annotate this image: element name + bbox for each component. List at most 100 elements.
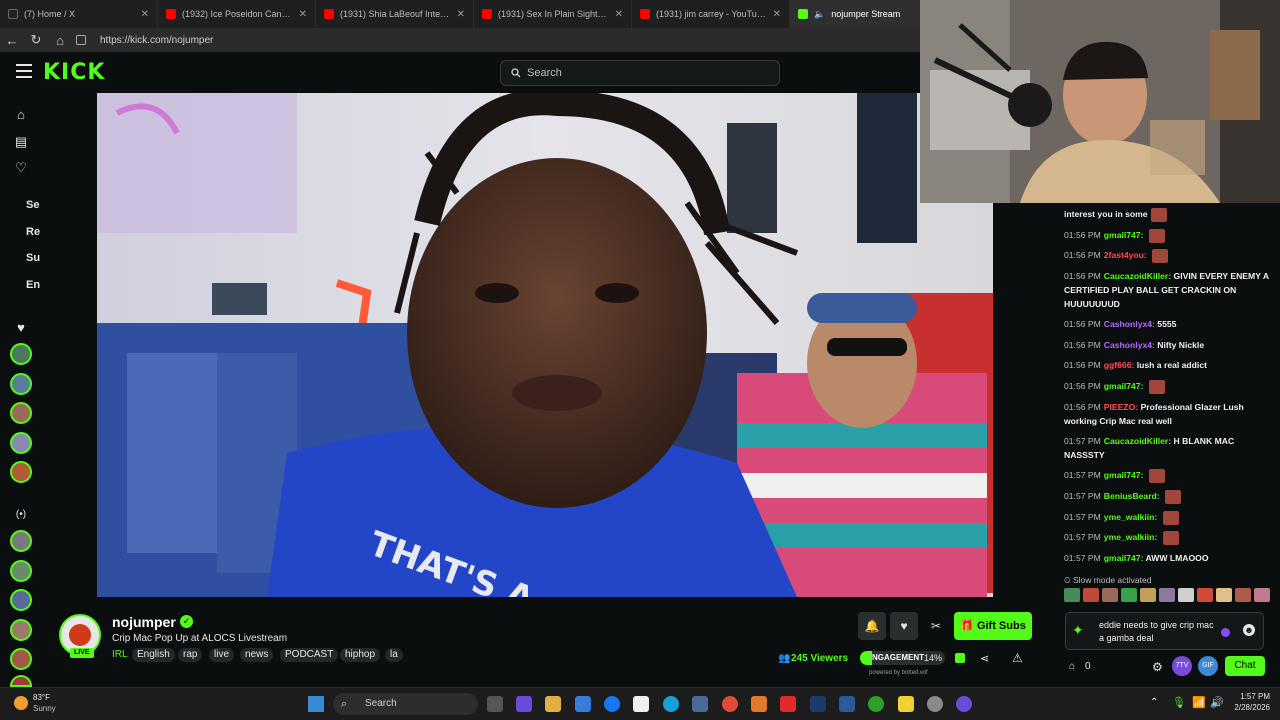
emote-icon[interactable] — [1140, 588, 1156, 602]
amazon-icon[interactable] — [633, 696, 649, 712]
emote-icon[interactable] — [1216, 588, 1232, 602]
home-icon[interactable]: ⌂ — [48, 28, 72, 52]
notification-bell-icon[interactable]: 🔔 — [858, 612, 886, 640]
close-tab-icon[interactable]: ✕ — [615, 9, 623, 20]
chat-emote-icon[interactable] — [1150, 207, 1167, 222]
emote-icon[interactable] — [1064, 588, 1080, 602]
chat-emote-icon[interactable] — [1152, 248, 1169, 263]
app-icon[interactable] — [956, 696, 972, 712]
reload-icon[interactable]: ↻ — [24, 28, 48, 52]
emote-icon[interactable] — [1121, 588, 1137, 602]
points-icon[interactable]: ⌂ — [1069, 661, 1075, 672]
channel-avatar[interactable] — [10, 402, 32, 424]
chat-emote-icon[interactable] — [1148, 379, 1165, 394]
kick-logo[interactable]: KICK — [43, 60, 105, 85]
category-link[interactable]: IRL — [112, 649, 128, 660]
channel-avatar[interactable] — [10, 619, 32, 641]
chat-emote-icon[interactable] — [1162, 510, 1179, 525]
gift-subs-button[interactable]: 🎁 Gift Subs — [954, 612, 1032, 640]
chat-username[interactable]: gmail747: — [1104, 470, 1144, 480]
report-icon[interactable]: ⚠ — [1012, 651, 1023, 665]
channel-avatar[interactable] — [10, 343, 32, 365]
browser-tab[interactable]: (1931) jim carrey - YouTube ✕ — [632, 0, 790, 28]
wifi-icon[interactable]: 📶 — [1192, 696, 1206, 709]
close-tab-icon[interactable]: ✕ — [141, 9, 149, 20]
7tv-button[interactable]: 7TV — [1172, 656, 1192, 676]
chat-username[interactable]: yme_walkiin: — [1104, 512, 1158, 522]
share-icon[interactable]: ⋖ — [980, 652, 989, 665]
emote-icon[interactable] — [1102, 588, 1118, 602]
emote-icon[interactable] — [1178, 588, 1194, 602]
channel-avatar[interactable] — [10, 461, 32, 483]
chat-username[interactable]: Cashonlyx4: — [1104, 319, 1155, 329]
following-heart-icon[interactable]: ♡ — [13, 160, 29, 176]
tag-pill[interactable]: rap — [178, 648, 203, 662]
browser-tab[interactable]: (1931) Sex In Plain Sight: The Figu✕ — [474, 0, 632, 28]
smiley-icon[interactable]: ☻ — [1243, 624, 1255, 636]
channel-avatar[interactable] — [10, 675, 32, 687]
chat-emote-icon[interactable] — [1148, 228, 1165, 243]
tag-pill[interactable]: news — [240, 648, 274, 662]
facebook-icon[interactable] — [604, 696, 620, 712]
sidebar-item-label[interactable]: Re — [26, 226, 40, 238]
engagement-toggle-icon[interactable] — [955, 653, 965, 663]
chat-username[interactable]: 2fast4you: — [1104, 250, 1147, 260]
browser-tab[interactable]: (7) Home / X ✕ — [0, 0, 158, 28]
chat-input[interactable]: ✦ eddie needs to give crip mac a gamba d… — [1065, 612, 1264, 650]
tag-pill[interactable]: hiphop — [340, 648, 381, 662]
chat-username[interactable]: CaucazoidKiller: — [1104, 271, 1171, 281]
task-view-icon[interactable] — [487, 696, 503, 712]
home-icon[interactable]: ⌂ — [13, 107, 29, 123]
chat-username[interactable]: CaucazoidKiller: — [1104, 436, 1171, 446]
youtube-icon[interactable] — [780, 696, 796, 712]
video-player[interactable]: THAT'S A — [97, 93, 993, 597]
sidebar-item-label[interactable]: Su — [26, 252, 40, 264]
chat-username[interactable]: gmail747: — [1104, 230, 1144, 240]
chat-username[interactable]: Cashonlyx4: — [1104, 340, 1155, 350]
chat-username[interactable]: ggf666: — [1104, 360, 1135, 370]
chat-username[interactable]: PIEEZO: — [1104, 402, 1138, 412]
emote-icon[interactable] — [1235, 588, 1251, 602]
channel-name[interactable]: nojumper — [112, 614, 176, 630]
channel-avatar[interactable] — [10, 530, 32, 552]
url-field[interactable]: https://kick.com/nojumper — [92, 31, 912, 49]
app-icon[interactable] — [839, 696, 855, 712]
emote-icon[interactable] — [1254, 588, 1270, 602]
gif-button[interactable]: GIF — [1198, 656, 1218, 676]
file-explorer-icon[interactable] — [545, 696, 561, 712]
chat-username[interactable]: BeniusBeard: — [1104, 491, 1160, 501]
tag-pill[interactable]: live — [209, 648, 235, 662]
weather-temp[interactable]: 83°F — [33, 693, 50, 702]
chat-send-button[interactable]: Chat — [1225, 656, 1265, 676]
channel-avatar[interactable] — [10, 560, 32, 582]
xbox-icon[interactable] — [868, 696, 884, 712]
channel-avatar[interactable] — [10, 648, 32, 670]
close-tab-icon[interactable]: ✕ — [457, 9, 465, 20]
vlc-icon[interactable] — [751, 696, 767, 712]
tag-pill[interactable]: English — [132, 648, 175, 662]
emote-icon[interactable] — [1197, 588, 1213, 602]
browse-icon[interactable]: ▤ — [13, 134, 29, 150]
menu-icon[interactable] — [16, 64, 32, 78]
calculator-icon[interactable] — [692, 696, 708, 712]
emote-icon[interactable] — [1083, 588, 1099, 602]
close-tab-icon[interactable]: ✕ — [773, 9, 781, 20]
search-input[interactable]: Search — [500, 60, 780, 86]
clock-date[interactable]: 2/28/2026 — [1226, 703, 1270, 712]
channel-avatar[interactable] — [10, 589, 32, 611]
back-arrow-icon[interactable]: ← — [0, 28, 24, 52]
settings-gear-icon[interactable]: ⚙ — [1152, 660, 1163, 674]
store-icon[interactable] — [575, 696, 591, 712]
taskbar-search[interactable]: ⌕ Search — [333, 693, 478, 715]
chat-username[interactable]: yme_walkiin: — [1104, 532, 1158, 542]
emote-icon[interactable] — [1159, 588, 1175, 602]
close-tab-icon[interactable]: ✕ — [299, 9, 307, 20]
chat-username[interactable]: gmail747: — [1104, 381, 1144, 391]
notes-icon[interactable] — [898, 696, 914, 712]
chrome-icon[interactable] — [722, 696, 738, 712]
speaker-icon[interactable]: 🔈 — [814, 9, 825, 20]
weather-desc[interactable]: Sunny — [33, 704, 56, 713]
sparkle-icon[interactable]: ✦ — [1072, 622, 1084, 639]
sidebar-item-label[interactable]: Se — [26, 199, 39, 211]
channel-avatar[interactable] — [10, 432, 32, 454]
